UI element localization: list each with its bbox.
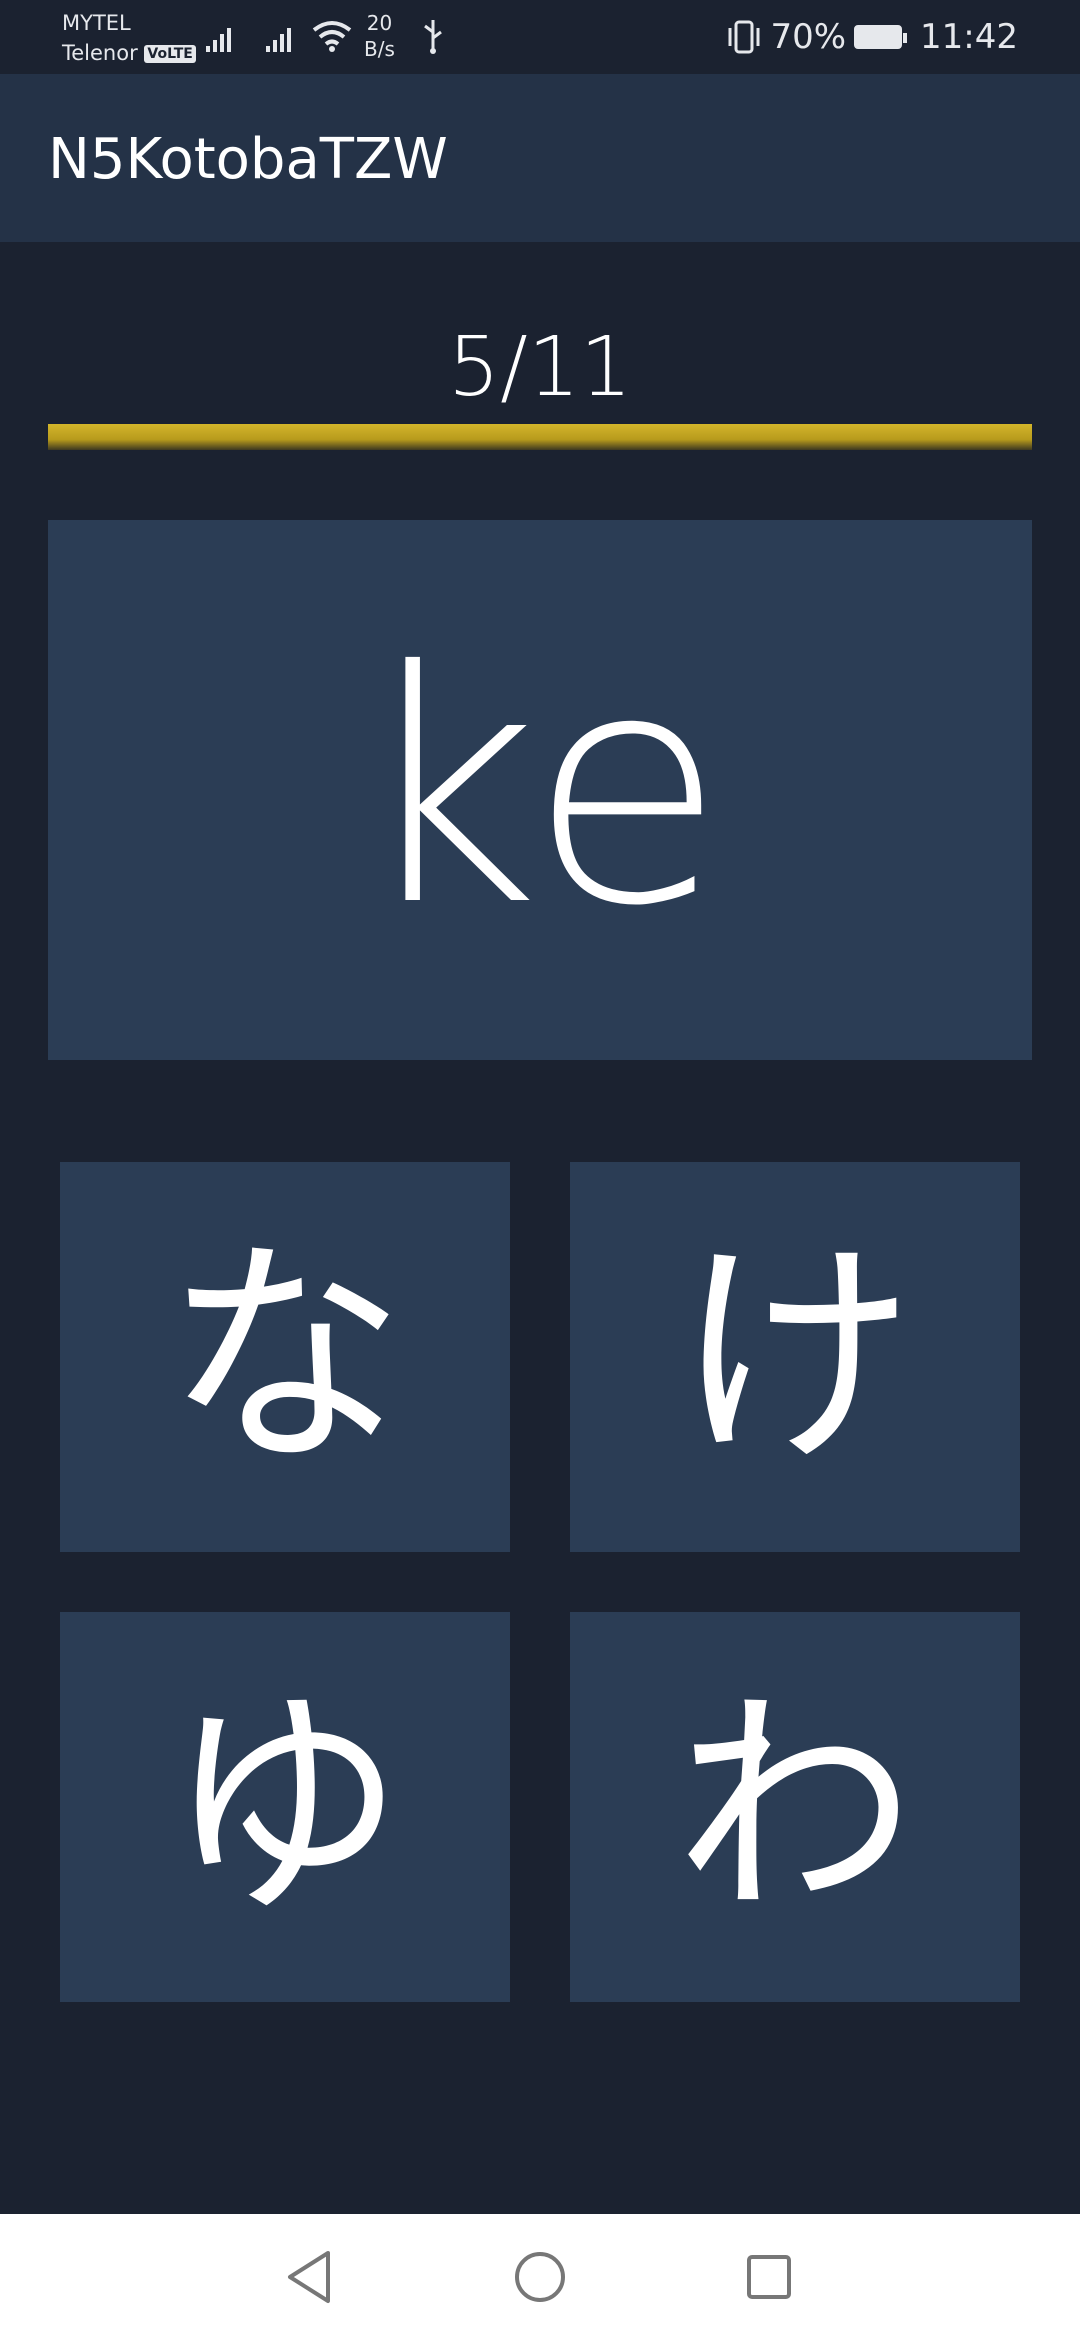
progress-bar xyxy=(48,424,1032,450)
battery-charging-icon xyxy=(854,25,908,49)
answer-button-4[interactable]: わ xyxy=(570,1612,1020,2002)
nav-back-button[interactable] xyxy=(266,2234,352,2320)
right-status: 70% 11:42 xyxy=(726,14,1018,60)
usb-icon xyxy=(424,20,442,54)
answer-label: な xyxy=(164,1217,405,1497)
answer-label: ゆ xyxy=(164,1667,405,1947)
question-card: ke xyxy=(48,520,1032,1060)
answer-button-2[interactable]: け xyxy=(570,1162,1020,1552)
app-title: N5KotobaTZW xyxy=(48,127,448,192)
carrier-2: Telenor xyxy=(62,41,138,65)
wifi-icon xyxy=(312,21,352,52)
progress-label: 5/11 xyxy=(447,320,633,415)
speed-value: 20 xyxy=(366,11,393,35)
network-speed: 20 B/s xyxy=(364,10,395,62)
nav-home-button[interactable] xyxy=(497,2234,583,2320)
nav-recent-button[interactable] xyxy=(726,2234,812,2320)
carrier-2-row: Telenor VoLTE xyxy=(62,38,196,68)
carrier-1: MYTEL xyxy=(62,11,131,35)
speed-unit: B/s xyxy=(364,37,395,61)
volte-badge: VoLTE xyxy=(144,45,196,63)
vibrate-icon xyxy=(728,20,760,54)
status-bar: MYTEL Telenor VoLTE 20 B/s 70% 11:42 xyxy=(0,0,1080,74)
answer-label: わ xyxy=(674,1667,915,1947)
system-nav-bar xyxy=(0,2214,1080,2340)
answer-button-1[interactable]: な xyxy=(60,1162,510,1552)
signal-icon xyxy=(206,28,231,52)
question-text: ke xyxy=(354,604,726,976)
answer-button-3[interactable]: ゆ xyxy=(60,1612,510,2002)
back-triangle-icon xyxy=(288,2251,330,2303)
carrier-info: MYTEL Telenor VoLTE xyxy=(62,8,196,68)
battery-percent: 70% xyxy=(770,17,847,57)
recent-square-icon xyxy=(747,2255,791,2299)
app-bar: N5KotobaTZW xyxy=(0,74,1080,242)
answer-label: け xyxy=(674,1217,915,1497)
signal-icon xyxy=(266,28,291,52)
clock: 11:42 xyxy=(920,17,1018,57)
home-circle-icon xyxy=(515,2252,565,2302)
progress-fill xyxy=(48,424,1032,450)
